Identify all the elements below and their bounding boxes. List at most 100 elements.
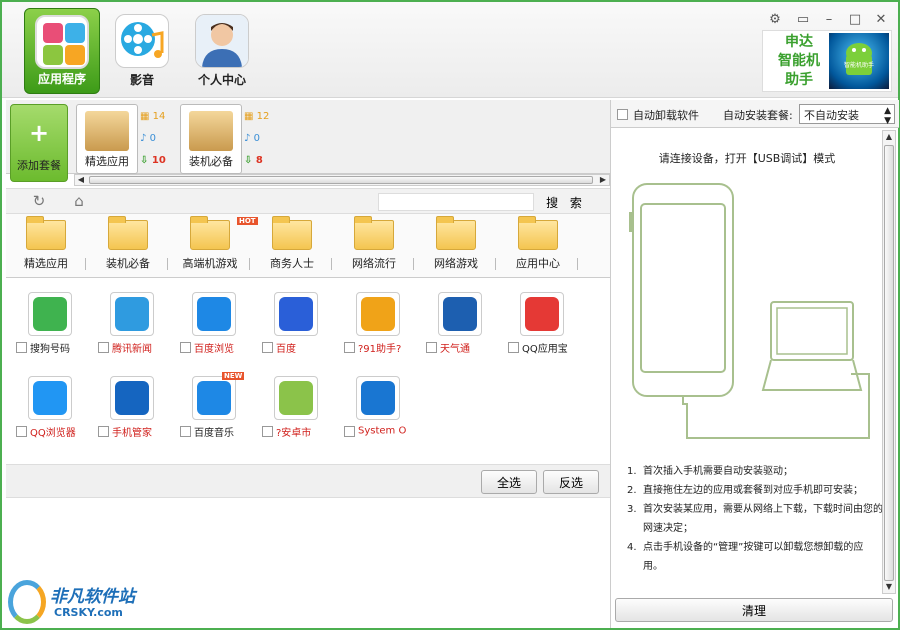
app-checkbox[interactable] (508, 342, 519, 353)
add-package-label: 添加套餐 (17, 159, 61, 172)
app-icon[interactable] (28, 292, 72, 336)
app-item[interactable]: 搜狗号码 (10, 280, 92, 355)
app-checkbox[interactable] (426, 342, 437, 353)
category-essentials[interactable]: 装机必备 (88, 216, 168, 274)
tab-personal-label: 个人中心 (197, 73, 246, 87)
package-card[interactable]: 装机必备 (180, 104, 242, 174)
package-hscrollbar[interactable]: ◀ ▶ (74, 174, 610, 186)
app-name: 手机管家 (112, 428, 152, 439)
app-checkbox[interactable] (344, 342, 355, 353)
select-all-button[interactable]: 全选 (481, 470, 537, 494)
package-featured[interactable]: 精选应用 ▦ 14 ♪ 0 ⇩ 10 (76, 104, 176, 176)
app-icon[interactable] (110, 376, 154, 420)
category-label: 应用中心 (516, 257, 560, 270)
clear-button[interactable]: 清理 (615, 598, 893, 622)
app-item[interactable]: QQ应用宝 (502, 280, 584, 355)
minimize-icon[interactable]: – (820, 12, 838, 27)
app-icon[interactable] (274, 376, 318, 420)
package-label: 精选应用 (85, 155, 129, 168)
app-icon[interactable] (274, 292, 318, 336)
app-item[interactable]: NEW 百度音乐 (174, 364, 256, 439)
install-options: 自动卸载软件 自动安装套餐: 不自动安装 ▲ ▼ (611, 100, 899, 128)
app-icon[interactable] (192, 376, 236, 420)
category-online-games[interactable]: 网络游戏 (416, 216, 496, 274)
instruction-step: 4. 点击手机设备的“管理”按键可以卸载您想卸载的应用。 (627, 542, 864, 572)
top-nav-bar: 应用程序 影音 个人中心 ⚙ ▭ – □ ✕ 申达 智能机 助手 智能机助手 (2, 2, 898, 98)
app-item[interactable]: 腾讯新闻 (92, 280, 174, 355)
app-icon[interactable] (438, 292, 482, 336)
app-item[interactable]: System O (338, 364, 420, 437)
feedback-icon[interactable]: ▭ (794, 12, 812, 27)
scroll-right-icon[interactable]: ▶ (597, 174, 609, 186)
app-name: ?安卓市 (276, 428, 312, 439)
app-name: 天气通 (440, 344, 470, 355)
svg-text:智能机助手: 智能机助手 (844, 61, 874, 69)
gear-icon[interactable]: ⚙ (766, 12, 784, 27)
app-item[interactable]: 百度浏览 (174, 280, 256, 355)
search-input[interactable] (378, 193, 534, 211)
folder-icon (354, 216, 394, 250)
invert-selection-button[interactable]: 反选 (543, 470, 599, 494)
spinner-arrows-icon: ▲ ▼ (884, 106, 891, 126)
search-button[interactable]: 搜 索 (540, 191, 592, 213)
category-business[interactable]: 商务人士 (252, 216, 332, 274)
category-trending[interactable]: 网络流行 (334, 216, 414, 274)
app-icon[interactable] (28, 376, 72, 420)
app-checkbox[interactable] (98, 342, 109, 353)
app-name: ?91助手? (358, 344, 402, 355)
app-item[interactable]: ?91助手? (338, 280, 420, 355)
app-checkbox[interactable] (262, 342, 273, 353)
app-name: 百度 (276, 344, 296, 355)
download-icon: ⇩ (244, 155, 253, 166)
app-checkbox[interactable] (180, 426, 191, 437)
add-package-button[interactable]: + 添加套餐 (10, 104, 68, 182)
package-row: + 添加套餐 精选应用 ▦ 14 ♪ 0 ⇩ 10 装机必备 ▦ 12 ♪ 0 … (6, 100, 610, 182)
category-app-center[interactable]: 应用中心 (498, 216, 578, 274)
brand-logo: 申达 智能机 助手 智能机助手 (762, 30, 892, 92)
app-icon[interactable] (110, 292, 154, 336)
app-checkbox[interactable] (344, 425, 355, 437)
scroll-up-icon[interactable]: ▲ (883, 131, 895, 143)
app-checkbox[interactable] (16, 426, 27, 437)
scroll-down-icon[interactable]: ▼ (883, 581, 895, 593)
tab-media[interactable]: 影音 (104, 8, 180, 94)
package-box-icon (85, 111, 129, 151)
app-name: 百度浏览 (194, 344, 234, 355)
refresh-icon[interactable]: ↻ (30, 192, 48, 210)
category-featured[interactable]: 精选应用 (6, 216, 86, 274)
tab-apps[interactable]: 应用程序 (24, 8, 100, 94)
app-icon[interactable] (192, 292, 236, 336)
app-item[interactable]: 百度 (256, 280, 338, 355)
package-essentials[interactable]: 装机必备 ▦ 12 ♪ 0 ⇩ 8 (180, 104, 280, 176)
package-card[interactable]: 精选应用 (76, 104, 138, 174)
category-highend-games[interactable]: HOT 高端机游戏 (170, 216, 258, 274)
app-icon[interactable] (356, 376, 400, 420)
film-music-icon (115, 14, 169, 68)
home-icon[interactable]: ⌂ (70, 192, 88, 210)
auto-uninstall-checkbox[interactable] (617, 109, 628, 120)
scroll-thumb[interactable] (884, 145, 894, 581)
app-item[interactable]: QQ浏览器 (10, 364, 92, 439)
maximize-icon[interactable]: □ (846, 12, 864, 27)
scroll-left-icon[interactable]: ◀ (75, 174, 87, 186)
folder-icon: HOT (190, 216, 258, 250)
app-icon[interactable] (356, 292, 400, 336)
scroll-thumb[interactable] (89, 176, 593, 184)
app-item[interactable]: 天气通 (420, 280, 502, 355)
device-vscrollbar[interactable]: ▲ ▼ (882, 130, 896, 594)
close-icon[interactable]: ✕ (872, 12, 890, 27)
instruction-list: 1. 首次插入手机需要自动安装驱动； 2. 直接拖住左边的应用或套餐到对应手机即可安装… (627, 462, 883, 576)
package-label: 装机必备 (189, 155, 233, 168)
app-item[interactable]: ?安卓市 (256, 364, 338, 439)
app-checkbox[interactable] (16, 342, 27, 353)
app-checkbox[interactable] (262, 426, 273, 437)
package-box-icon (189, 111, 233, 151)
app-icon[interactable] (520, 292, 564, 336)
app-checkbox[interactable] (98, 426, 109, 437)
auto-install-select[interactable]: 不自动安装 ▲ ▼ (799, 104, 895, 126)
app-item[interactable]: 手机管家 (92, 364, 174, 439)
app-name: 百度音乐 (194, 428, 234, 439)
tab-media-label: 影音 (129, 73, 154, 87)
tab-personal-center[interactable]: 个人中心 (184, 8, 260, 94)
app-checkbox[interactable] (180, 342, 191, 353)
